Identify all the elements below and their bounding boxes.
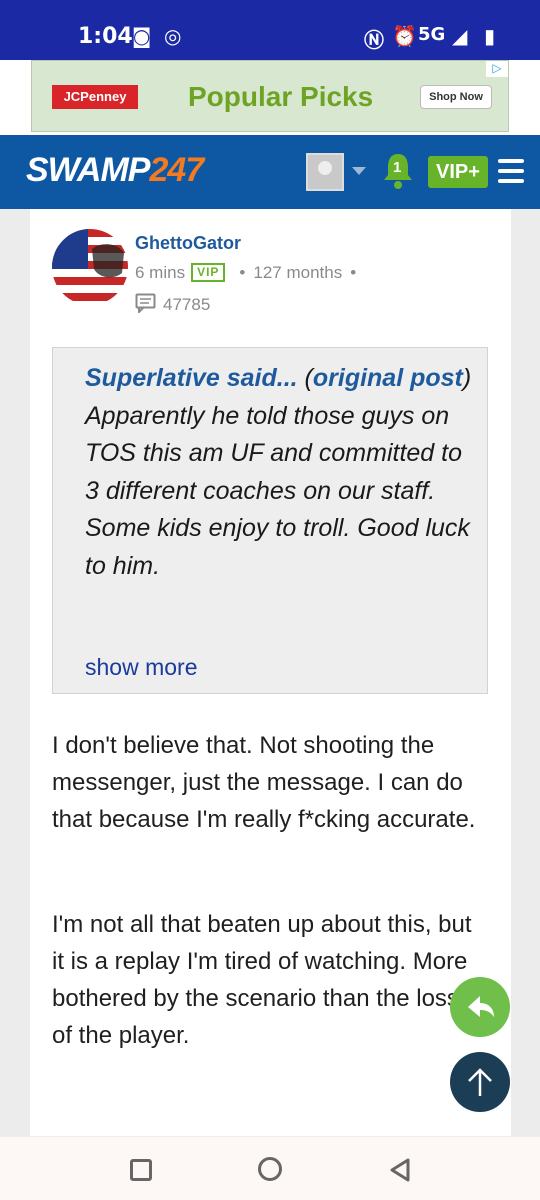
user-avatar[interactable] bbox=[306, 153, 344, 191]
chrome-icon: ◎ bbox=[164, 24, 182, 48]
ad-cta-button[interactable]: Shop Now bbox=[420, 85, 492, 109]
quote-content: Superlative said... (original post) Appa… bbox=[85, 364, 472, 580]
logo-swamp: SWAMP bbox=[26, 151, 150, 189]
hamburger-menu-icon[interactable] bbox=[498, 159, 524, 183]
logo-247: 247 bbox=[149, 151, 204, 189]
ad-banner[interactable]: JCPenney Popular Picks Shop Now ▷ bbox=[31, 60, 509, 132]
site-header: SWAMP247 1 VIP+ bbox=[0, 135, 540, 209]
status-bar: 1:04 ◙ ◎ Ⓝ ⏰ 5G ◢ ▮ bbox=[0, 0, 540, 60]
back-icon[interactable] bbox=[388, 1157, 412, 1188]
site-logo[interactable]: SWAMP247 bbox=[26, 151, 204, 190]
notification-count: 1 bbox=[393, 159, 402, 176]
membership-length: 127 months bbox=[253, 263, 343, 282]
quote-block: Superlative said... (original post) Appa… bbox=[52, 347, 488, 694]
adchoices-icon[interactable]: ▷ bbox=[486, 61, 508, 77]
meta-separator: • bbox=[239, 263, 246, 282]
scroll-to-top-button[interactable] bbox=[450, 1052, 510, 1112]
nfc-icon: Ⓝ bbox=[364, 28, 384, 52]
ad-banner-container: JCPenney Popular Picks Shop Now ▷ bbox=[0, 60, 540, 135]
vip-plus-button[interactable]: VIP+ bbox=[428, 156, 488, 188]
alarm-icon: ⏰ bbox=[392, 24, 417, 48]
meta-separator: • bbox=[350, 263, 357, 282]
vip-badge: VIP bbox=[191, 263, 226, 282]
recent-apps-icon[interactable] bbox=[130, 1159, 152, 1181]
quote-author[interactable]: Superlative said... bbox=[85, 364, 298, 392]
poster-avatar[interactable] bbox=[52, 229, 128, 305]
quote-text: Apparently he told those guys on TOS thi… bbox=[85, 401, 470, 580]
original-post-link[interactable]: original post bbox=[313, 364, 463, 392]
post-card: GhettoGator 6 mins VIP • 127 months • 47785 … bbox=[30, 209, 511, 1149]
post-paragraph: I'm not all that beaten up about this, b… bbox=[52, 911, 472, 1049]
post-paragraph: I don't believe that. Not shooting the m… bbox=[52, 732, 476, 833]
signal-icon: ◢ bbox=[452, 24, 468, 48]
post-time: 6 mins bbox=[135, 263, 186, 282]
show-more-link[interactable]: show more bbox=[85, 654, 197, 681]
home-icon[interactable] bbox=[258, 1157, 282, 1181]
post-count: 47785 bbox=[135, 293, 210, 318]
ad-brand: JCPenney bbox=[52, 85, 138, 109]
status-time: 1:04 bbox=[78, 24, 133, 49]
cast-icon: ◙ bbox=[132, 24, 152, 48]
post-meta: 6 mins VIP • 127 months • bbox=[135, 263, 364, 283]
battery-icon: ▮ bbox=[484, 24, 496, 48]
arrow-up-icon bbox=[468, 1068, 492, 1096]
comment-icon bbox=[135, 293, 157, 318]
chevron-down-icon[interactable] bbox=[352, 167, 366, 175]
poster-username[interactable]: GhettoGator bbox=[135, 233, 241, 254]
reply-button[interactable] bbox=[450, 977, 510, 1037]
system-nav-bar bbox=[0, 1136, 540, 1200]
post-count-value: 47785 bbox=[163, 295, 211, 314]
ad-headline: Popular Picks bbox=[188, 81, 374, 112]
network-label: 5G bbox=[418, 24, 446, 45]
reply-arrow-icon bbox=[468, 996, 494, 1017]
notification-bell-icon[interactable]: 1 bbox=[380, 151, 416, 191]
